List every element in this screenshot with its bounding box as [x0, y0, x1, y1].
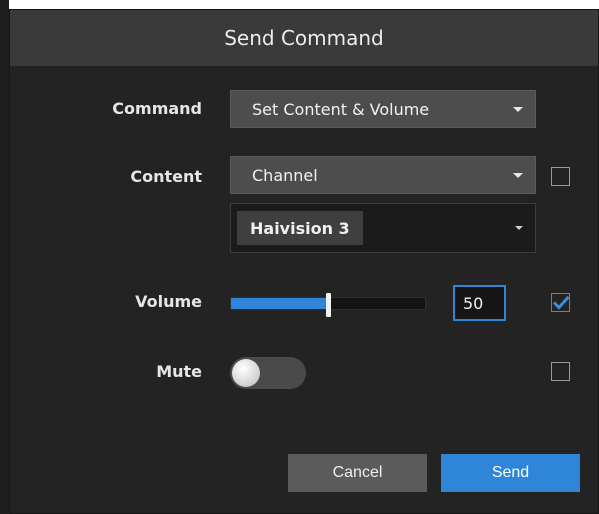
volume-slider-thumb[interactable] [326, 293, 331, 317]
volume-input[interactable] [453, 285, 506, 321]
chevron-down-icon [513, 107, 523, 112]
volume-checkbox[interactable] [551, 293, 570, 312]
content-select-value: Channel [252, 165, 318, 185]
command-select[interactable]: Set Content & Volume [230, 90, 536, 128]
volume-label: Volume [135, 292, 202, 311]
toggle-knob [232, 359, 260, 387]
cancel-button[interactable]: Cancel [288, 454, 427, 492]
mute-checkbox[interactable] [551, 362, 570, 381]
send-command-dialog: Send Command Command Set Content & Volum… [9, 9, 599, 514]
dialog-title: Send Command [224, 26, 384, 50]
mute-label: Mute [156, 362, 202, 381]
channel-select-value: Haivision 3 [237, 211, 363, 245]
content-label: Content [130, 167, 202, 186]
mute-toggle[interactable] [230, 357, 306, 389]
content-select[interactable]: Channel [230, 156, 536, 194]
checkmark-icon [553, 295, 569, 310]
content-checkbox[interactable] [551, 167, 570, 186]
channel-select[interactable]: Haivision 3 [230, 203, 536, 253]
background-app-edge [0, 0, 9, 514]
command-label: Command [112, 99, 202, 118]
chevron-down-icon [513, 173, 523, 178]
volume-slider-fill [231, 298, 329, 309]
command-select-value: Set Content & Volume [252, 99, 430, 119]
dialog-header: Send Command [10, 10, 598, 66]
send-button[interactable]: Send [441, 454, 580, 492]
chevron-down-icon [515, 226, 523, 230]
